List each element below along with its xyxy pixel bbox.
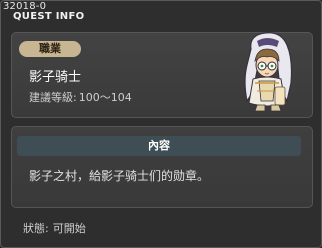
window-title: QUEST INFO	[13, 11, 85, 22]
quest-info-window: 32018-0 QUEST INFO 職業 影子骑士 建議等級:100～104	[0, 0, 322, 248]
status-label: 狀態:	[23, 222, 49, 235]
npc-portrait-icon	[244, 32, 293, 112]
content-header: 內容	[17, 136, 301, 156]
level-label: 建議等級:	[29, 91, 77, 104]
content-text: 影子之村，給影子骑士们的勋章。	[29, 169, 210, 183]
status-value: 可開始	[52, 222, 86, 235]
level-value: 100～104	[78, 91, 132, 104]
recommended-level: 建議等級: 100～104	[29, 91, 132, 104]
job-name: 影子骑士	[29, 70, 82, 85]
quest-status: 狀態: 可開始	[23, 222, 86, 235]
job-tag: 職業	[19, 41, 81, 57]
